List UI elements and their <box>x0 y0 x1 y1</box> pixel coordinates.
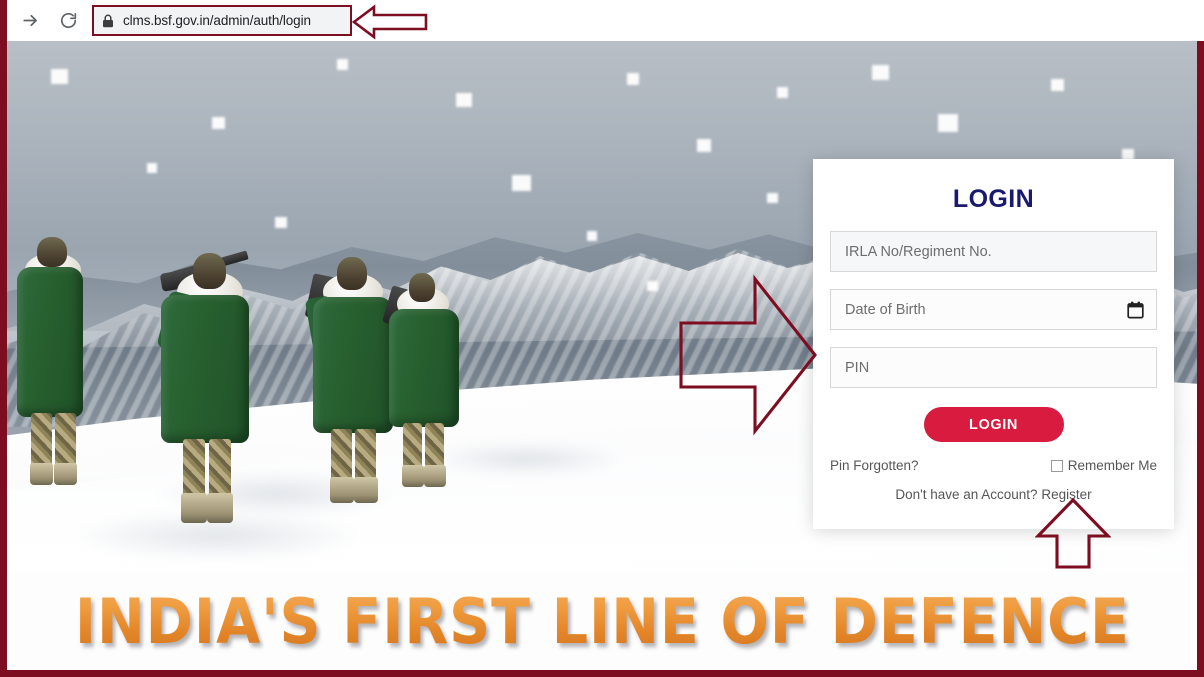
date-of-birth-placeholder: Date of Birth <box>845 301 926 318</box>
irla-regiment-placeholder: IRLA No/Regiment No. <box>845 243 992 260</box>
login-submit-button[interactable]: LOGIN <box>923 407 1064 442</box>
tagline-banner: INDIA'S FIRST LINE OF DEFENCE <box>7 573 1197 670</box>
soldier-figure <box>379 269 475 519</box>
irla-regiment-field[interactable]: IRLA No/Regiment No. <box>830 231 1157 272</box>
url-bar[interactable]: clms.bsf.gov.in/admin/auth/login <box>92 5 352 36</box>
url-annotation-arrow-icon <box>352 4 428 40</box>
login-card: LOGIN IRLA No/Regiment No. Date of Birth… <box>813 159 1174 529</box>
login-links-row: Pin Forgotten? Remember Me <box>830 458 1157 473</box>
screenshot-frame: clms.bsf.gov.in/admin/auth/login LOGIN I… <box>0 0 1204 677</box>
reload-icon[interactable] <box>53 6 83 36</box>
page-content: LOGIN IRLA No/Regiment No. Date of Birth… <box>7 41 1197 670</box>
calendar-icon[interactable] <box>1127 301 1144 319</box>
remember-me-toggle[interactable]: Remember Me <box>1050 458 1157 473</box>
pin-placeholder: PIN <box>845 359 870 376</box>
soldier-figure <box>147 249 267 549</box>
page-title: LOGIN <box>952 185 1035 213</box>
form-annotation-arrow-icon <box>679 274 817 436</box>
date-of-birth-field[interactable]: Date of Birth <box>830 289 1157 330</box>
remember-me-label: Remember Me <box>1067 458 1157 473</box>
forward-arrow-icon[interactable] <box>15 6 45 36</box>
soldier-figure <box>15 237 91 487</box>
browser-toolbar: clms.bsf.gov.in/admin/auth/login <box>7 0 1204 41</box>
tagline-text: INDIA'S FIRST LINE OF DEFENCE <box>74 585 1130 658</box>
remember-me-checkbox[interactable] <box>1050 459 1063 472</box>
lock-icon <box>103 14 113 27</box>
pin-forgotten-link[interactable]: Pin Forgotten? <box>830 458 919 473</box>
pin-field[interactable]: PIN <box>830 347 1157 388</box>
register-annotation-arrow-icon <box>1035 497 1111 569</box>
url-text: clms.bsf.gov.in/admin/auth/login <box>123 13 311 28</box>
